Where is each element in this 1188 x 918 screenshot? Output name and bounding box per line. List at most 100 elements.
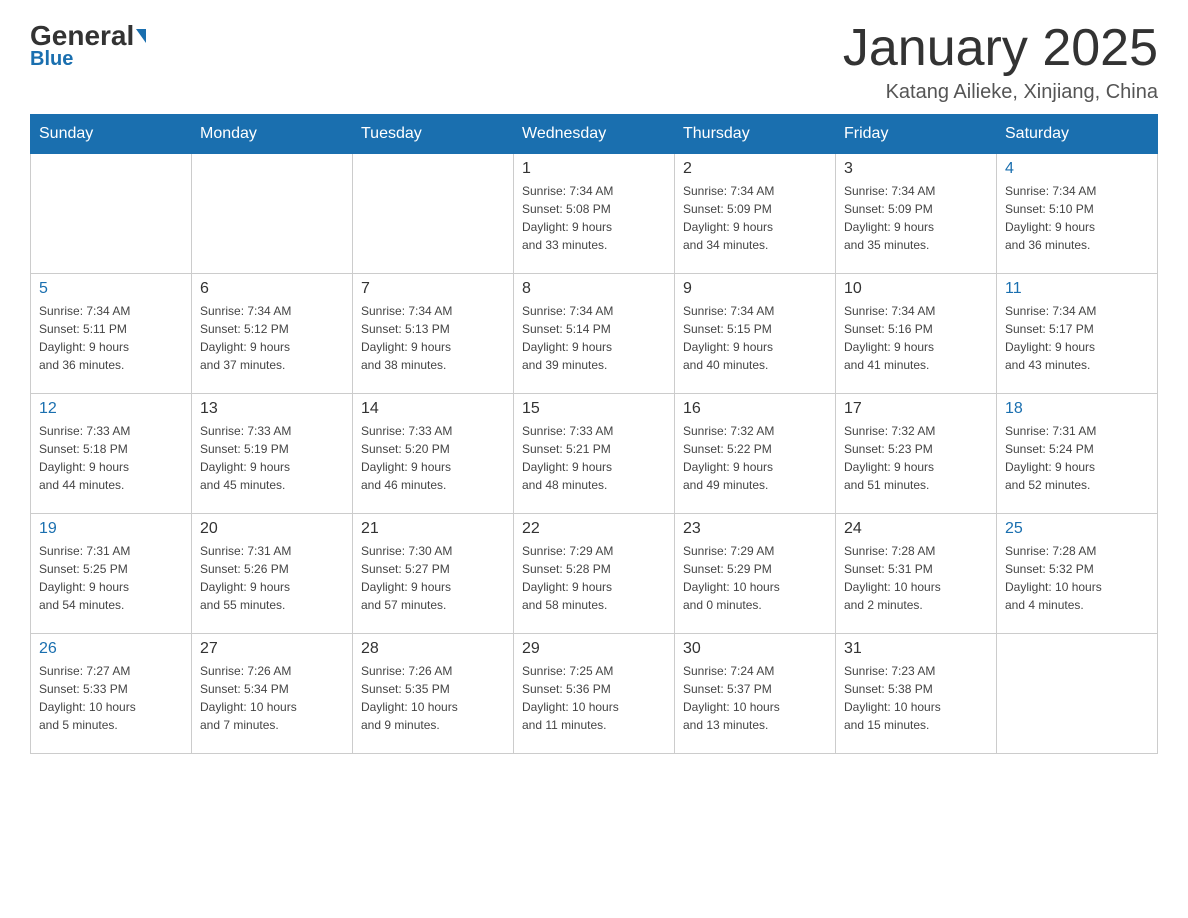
- day-info: Sunrise: 7:32 AM Sunset: 5:22 PM Dayligh…: [683, 422, 827, 494]
- day-info: Sunrise: 7:33 AM Sunset: 5:21 PM Dayligh…: [522, 422, 666, 494]
- calendar-week-row: 1 Sunrise: 7:34 AM Sunset: 5:08 PM Daylig…: [31, 154, 1158, 274]
- title-section: January 2025 Katang Ailieke, Xinjiang, C…: [843, 20, 1158, 104]
- day-number: 16: [683, 400, 827, 418]
- calendar-cell: 7 Sunrise: 7:34 AM Sunset: 5:13 PM Daylig…: [353, 274, 514, 394]
- day-number: 15: [522, 400, 666, 418]
- day-info: Sunrise: 7:34 AM Sunset: 5:12 PM Dayligh…: [200, 302, 344, 374]
- calendar-cell: 27Sunrise: 7:26 AM Sunset: 5:34 PM Dayli…: [192, 634, 353, 754]
- day-number: 26: [39, 640, 183, 658]
- day-info: Sunrise: 7:34 AM Sunset: 5:17 PM Dayligh…: [1005, 302, 1149, 374]
- calendar-header-wednesday: Wednesday: [514, 115, 675, 154]
- day-number: 19: [39, 520, 183, 538]
- calendar-cell: 4Sunrise: 7:34 AM Sunset: 5:10 PM Daylig…: [997, 154, 1158, 274]
- calendar-table: SundayMondayTuesdayWednesdayThursdayFrid…: [30, 114, 1158, 754]
- day-info: Sunrise: 7:30 AM Sunset: 5:27 PM Dayligh…: [361, 542, 505, 614]
- day-info: Sunrise: 7:23 AM Sunset: 5:38 PM Dayligh…: [844, 662, 988, 734]
- calendar-cell: 20 Sunrise: 7:31 AM Sunset: 5:26 PM Dayli…: [192, 514, 353, 634]
- day-info: Sunrise: 7:33 AM Sunset: 5:19 PM Dayligh…: [200, 422, 344, 494]
- day-number: 4: [1005, 160, 1149, 178]
- day-info: Sunrise: 7:29 AM Sunset: 5:29 PM Dayligh…: [683, 542, 827, 614]
- calendar-cell: 17 Sunrise: 7:32 AM Sunset: 5:23 PM Dayli…: [836, 394, 997, 514]
- calendar-cell: 26 Sunrise: 7:27 AM Sunset: 5:33 PM Dayli…: [31, 634, 192, 754]
- calendar-header-sunday: Sunday: [31, 115, 192, 154]
- day-number: 29: [522, 640, 666, 658]
- day-info: Sunrise: 7:26 AM Sunset: 5:34 PM Dayligh…: [200, 662, 344, 734]
- day-info: Sunrise: 7:26 AM Sunset: 5:35 PM Dayligh…: [361, 662, 505, 734]
- day-info: Sunrise: 7:34 AM Sunset: 5:13 PM Dayligh…: [361, 302, 505, 374]
- calendar-cell: [31, 154, 192, 274]
- calendar-cell: 18 Sunrise: 7:31 AM Sunset: 5:24 PM Dayli…: [997, 394, 1158, 514]
- day-info: Sunrise: 7:31 AM Sunset: 5:24 PM Dayligh…: [1005, 422, 1149, 494]
- day-info: Sunrise: 7:33 AM Sunset: 5:20 PM Dayligh…: [361, 422, 505, 494]
- page-header: General Blue January 2025 Katang Ailieke…: [30, 20, 1158, 104]
- calendar-header-row: SundayMondayTuesdayWednesdayThursdayFrid…: [31, 115, 1158, 154]
- calendar-cell: 10Sunrise: 7:34 AM Sunset: 5:16 PM Dayli…: [836, 274, 997, 394]
- calendar-cell: 11 Sunrise: 7:34 AM Sunset: 5:17 PM Dayli…: [997, 274, 1158, 394]
- day-number: 13: [200, 400, 344, 418]
- day-number: 18: [1005, 400, 1149, 418]
- calendar-cell: 28 Sunrise: 7:26 AM Sunset: 5:35 PM Dayli…: [353, 634, 514, 754]
- calendar-week-row: 26 Sunrise: 7:27 AM Sunset: 5:33 PM Dayli…: [31, 634, 1158, 754]
- day-number: 17: [844, 400, 988, 418]
- calendar-header-monday: Monday: [192, 115, 353, 154]
- calendar-cell: 3Sunrise: 7:34 AM Sunset: 5:09 PM Daylig…: [836, 154, 997, 274]
- day-number: 5: [39, 280, 183, 298]
- calendar-subtitle: Katang Ailieke, Xinjiang, China: [843, 81, 1158, 104]
- calendar-cell: [997, 634, 1158, 754]
- day-number: 1: [522, 160, 666, 178]
- calendar-cell: 29 Sunrise: 7:25 AM Sunset: 5:36 PM Dayli…: [514, 634, 675, 754]
- day-number: 2: [683, 160, 827, 178]
- day-info: Sunrise: 7:31 AM Sunset: 5:25 PM Dayligh…: [39, 542, 183, 614]
- day-info: Sunrise: 7:33 AM Sunset: 5:18 PM Dayligh…: [39, 422, 183, 494]
- calendar-cell: 14 Sunrise: 7:33 AM Sunset: 5:20 PM Dayli…: [353, 394, 514, 514]
- logo-arrow-icon: [136, 29, 146, 43]
- day-info: Sunrise: 7:31 AM Sunset: 5:26 PM Dayligh…: [200, 542, 344, 614]
- calendar-cell: 15 Sunrise: 7:33 AM Sunset: 5:21 PM Dayli…: [514, 394, 675, 514]
- day-number: 20: [200, 520, 344, 538]
- day-number: 21: [361, 520, 505, 538]
- calendar-week-row: 12 Sunrise: 7:33 AM Sunset: 5:18 PM Dayli…: [31, 394, 1158, 514]
- calendar-cell: 8Sunrise: 7:34 AM Sunset: 5:14 PM Daylig…: [514, 274, 675, 394]
- day-info: Sunrise: 7:34 AM Sunset: 5:09 PM Dayligh…: [683, 182, 827, 254]
- day-info: Sunrise: 7:25 AM Sunset: 5:36 PM Dayligh…: [522, 662, 666, 734]
- logo-blue-text: Blue: [30, 48, 73, 71]
- calendar-cell: [192, 154, 353, 274]
- calendar-cell: 25 Sunrise: 7:28 AM Sunset: 5:32 PM Dayli…: [997, 514, 1158, 634]
- day-number: 25: [1005, 520, 1149, 538]
- day-info: Sunrise: 7:32 AM Sunset: 5:23 PM Dayligh…: [844, 422, 988, 494]
- calendar-cell: 13 Sunrise: 7:33 AM Sunset: 5:19 PM Dayli…: [192, 394, 353, 514]
- calendar-cell: 6 Sunrise: 7:34 AM Sunset: 5:12 PM Daylig…: [192, 274, 353, 394]
- calendar-cell: 12 Sunrise: 7:33 AM Sunset: 5:18 PM Dayli…: [31, 394, 192, 514]
- day-number: 28: [361, 640, 505, 658]
- calendar-cell: 19 Sunrise: 7:31 AM Sunset: 5:25 PM Dayli…: [31, 514, 192, 634]
- day-info: Sunrise: 7:34 AM Sunset: 5:16 PM Dayligh…: [844, 302, 988, 374]
- calendar-week-row: 5 Sunrise: 7:34 AM Sunset: 5:11 PM Daylig…: [31, 274, 1158, 394]
- day-info: Sunrise: 7:28 AM Sunset: 5:31 PM Dayligh…: [844, 542, 988, 614]
- calendar-cell: 16 Sunrise: 7:32 AM Sunset: 5:22 PM Dayli…: [675, 394, 836, 514]
- calendar-cell: 21 Sunrise: 7:30 AM Sunset: 5:27 PM Dayli…: [353, 514, 514, 634]
- calendar-cell: 9Sunrise: 7:34 AM Sunset: 5:15 PM Daylig…: [675, 274, 836, 394]
- calendar-cell: 2 Sunrise: 7:34 AM Sunset: 5:09 PM Daylig…: [675, 154, 836, 274]
- day-number: 14: [361, 400, 505, 418]
- calendar-cell: 22Sunrise: 7:29 AM Sunset: 5:28 PM Dayli…: [514, 514, 675, 634]
- calendar-cell: 1 Sunrise: 7:34 AM Sunset: 5:08 PM Daylig…: [514, 154, 675, 274]
- logo: General Blue: [30, 20, 148, 71]
- calendar-cell: 31 Sunrise: 7:23 AM Sunset: 5:38 PM Dayli…: [836, 634, 997, 754]
- day-info: Sunrise: 7:24 AM Sunset: 5:37 PM Dayligh…: [683, 662, 827, 734]
- day-number: 31: [844, 640, 988, 658]
- day-info: Sunrise: 7:29 AM Sunset: 5:28 PM Dayligh…: [522, 542, 666, 614]
- calendar-cell: 23Sunrise: 7:29 AM Sunset: 5:29 PM Dayli…: [675, 514, 836, 634]
- day-number: 7: [361, 280, 505, 298]
- day-info: Sunrise: 7:34 AM Sunset: 5:08 PM Dayligh…: [522, 182, 666, 254]
- day-number: 24: [844, 520, 988, 538]
- day-number: 11: [1005, 280, 1149, 298]
- day-info: Sunrise: 7:34 AM Sunset: 5:11 PM Dayligh…: [39, 302, 183, 374]
- day-info: Sunrise: 7:28 AM Sunset: 5:32 PM Dayligh…: [1005, 542, 1149, 614]
- calendar-cell: [353, 154, 514, 274]
- calendar-title: January 2025: [843, 20, 1158, 77]
- day-number: 12: [39, 400, 183, 418]
- calendar-cell: 5 Sunrise: 7:34 AM Sunset: 5:11 PM Daylig…: [31, 274, 192, 394]
- calendar-week-row: 19 Sunrise: 7:31 AM Sunset: 5:25 PM Dayli…: [31, 514, 1158, 634]
- day-info: Sunrise: 7:27 AM Sunset: 5:33 PM Dayligh…: [39, 662, 183, 734]
- day-number: 6: [200, 280, 344, 298]
